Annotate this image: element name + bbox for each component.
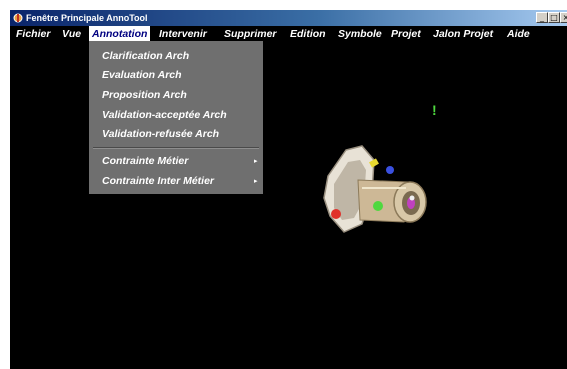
submenu-arrow-icon: ▸ (254, 178, 258, 185)
svg-text:!: ! (432, 102, 437, 118)
mechanical-part-model[interactable] (323, 145, 427, 233)
menu-item-clarification-arch[interactable]: Clarification Arch (102, 50, 189, 63)
menu-separator (93, 147, 259, 149)
menu-item-proposition-arch[interactable]: Proposition Arch (102, 89, 187, 102)
marker-icon: ! (432, 102, 437, 118)
menu-item-validation-refusee-arch[interactable]: Validation-refusée Arch (102, 128, 219, 141)
menu-item-evaluation-arch[interactable]: Evaluation Arch (102, 69, 182, 82)
menu-item-validation-acceptee-arch[interactable]: Validation-acceptée Arch (102, 109, 227, 122)
submenu-arrow-icon: ▸ (254, 158, 258, 165)
annotation-dropdown-menu: Clarification Arch Evaluation Arch Propo… (89, 41, 263, 194)
submenu-contrainte-metier[interactable]: Contrainte Métier (102, 155, 188, 168)
submenu-contrainte-inter-metier[interactable]: Contrainte Inter Métier (102, 175, 214, 188)
